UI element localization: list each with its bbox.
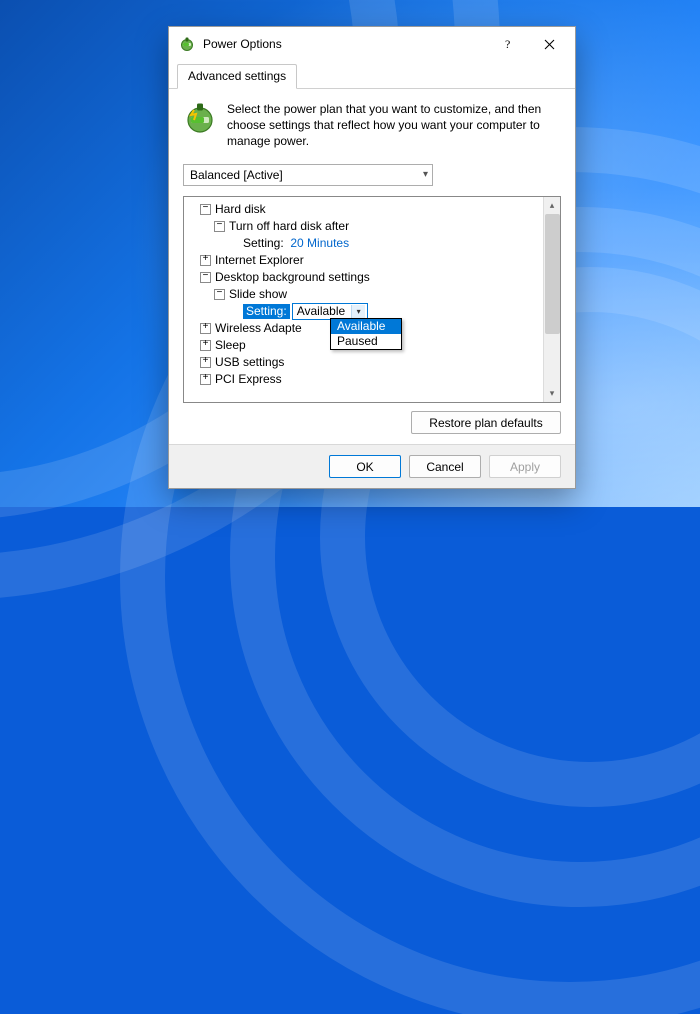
window-title: Power Options — [203, 37, 489, 51]
tab-advanced-settings[interactable]: Advanced settings — [177, 64, 297, 89]
apply-button[interactable]: Apply — [489, 455, 561, 478]
power-plan-selected: Balanced [Active] — [190, 168, 283, 182]
power-options-dialog: Power Options ? Advanced settings Select… — [168, 26, 576, 489]
tree-node-slide-show[interactable]: − Slide show — [186, 286, 541, 303]
tree-scrollbar[interactable]: ▴ ▾ — [543, 197, 560, 402]
tree-node-usb-settings[interactable]: + USB settings — [186, 354, 541, 371]
slide-show-dropdown-popup[interactable]: Available Paused — [330, 318, 402, 350]
settings-tree: − Hard disk − Turn off hard disk after S… — [183, 196, 561, 403]
expand-icon[interactable]: + — [200, 340, 211, 351]
collapse-icon[interactable]: − — [214, 289, 225, 300]
svg-text:?: ? — [505, 38, 510, 50]
chevron-down-icon: ▾ — [423, 169, 428, 180]
scroll-thumb[interactable] — [545, 214, 560, 334]
dropdown-option-available[interactable]: Available — [331, 319, 401, 334]
tree-node-internet-explorer[interactable]: + Internet Explorer — [186, 252, 541, 269]
tree-node-pci-express[interactable]: + PCI Express — [186, 371, 541, 388]
close-button[interactable] — [529, 30, 569, 58]
collapse-icon[interactable]: − — [214, 221, 225, 232]
tab-pane: Select the power plan that you want to c… — [169, 89, 575, 444]
hard-disk-value[interactable]: 20 Minutes — [290, 236, 349, 250]
collapse-icon[interactable]: − — [200, 204, 211, 215]
tree-node-hard-disk-setting[interactable]: Setting: 20 Minutes — [186, 235, 541, 252]
collapse-icon[interactable]: − — [200, 272, 211, 283]
tree-node-desktop-background[interactable]: − Desktop background settings — [186, 269, 541, 286]
tree-node-turn-off-hard-disk[interactable]: − Turn off hard disk after — [186, 218, 541, 235]
tab-strip: Advanced settings — [169, 63, 575, 89]
scroll-down-icon[interactable]: ▾ — [544, 385, 560, 402]
expand-icon[interactable]: + — [200, 357, 211, 368]
cancel-button[interactable]: Cancel — [409, 455, 481, 478]
scroll-up-icon[interactable]: ▴ — [544, 197, 560, 214]
dialog-footer: OK Cancel Apply — [169, 444, 575, 488]
chevron-down-icon[interactable]: ▾ — [351, 305, 365, 318]
dropdown-option-paused[interactable]: Paused — [331, 334, 401, 349]
power-options-icon — [179, 36, 195, 52]
expand-icon[interactable]: + — [200, 374, 211, 385]
power-plan-icon — [183, 101, 217, 135]
setting-label-selected: Setting: — [243, 304, 290, 319]
help-button[interactable]: ? — [489, 30, 529, 58]
description-text: Select the power plan that you want to c… — [227, 101, 561, 150]
ok-button[interactable]: OK — [329, 455, 401, 478]
tree-node-hard-disk[interactable]: − Hard disk — [186, 201, 541, 218]
titlebar[interactable]: Power Options ? — [169, 27, 575, 61]
power-plan-select[interactable]: Balanced [Active] ▾ — [183, 164, 433, 186]
expand-icon[interactable]: + — [200, 255, 211, 266]
expand-icon[interactable]: + — [200, 323, 211, 334]
restore-plan-defaults-button[interactable]: Restore plan defaults — [411, 411, 561, 434]
